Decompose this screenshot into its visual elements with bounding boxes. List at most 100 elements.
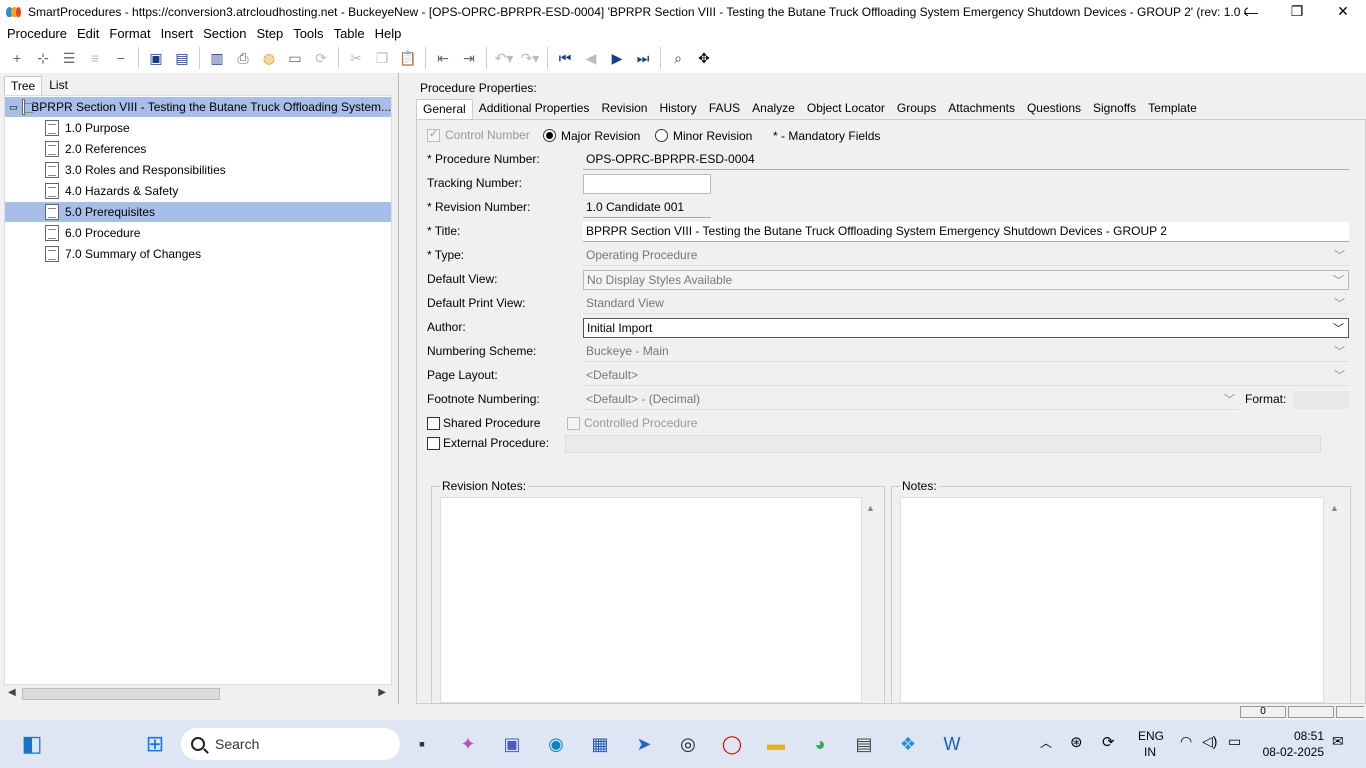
- tab-history[interactable]: History: [653, 99, 702, 119]
- add-child-icon[interactable]: ⊹: [30, 46, 56, 70]
- battery-icon[interactable]: ▭: [1228, 733, 1241, 750]
- notes-input[interactable]: [900, 497, 1324, 703]
- type-select[interactable]: Operating Procedure ﹀: [583, 246, 1349, 266]
- dell-icon[interactable]: ◎: [674, 730, 702, 758]
- edge-icon[interactable]: ◉: [542, 730, 570, 758]
- tab-general[interactable]: General: [416, 99, 473, 119]
- menu-procedure[interactable]: Procedure: [2, 26, 72, 41]
- redo-icon[interactable]: ↷▾: [517, 46, 543, 70]
- scroll-left-icon[interactable]: ◀: [8, 687, 16, 698]
- panel-splitter[interactable]: [398, 73, 406, 707]
- tab-groups[interactable]: Groups: [891, 99, 942, 119]
- word-icon[interactable]: W: [938, 730, 966, 758]
- tree-item[interactable]: 4.0 Hazards & Safety: [45, 181, 178, 201]
- scroll-thumb[interactable]: [22, 688, 220, 700]
- controlled-procedure-checkbox[interactable]: [567, 417, 580, 430]
- menu-table[interactable]: Table: [329, 26, 370, 41]
- teams-icon[interactable]: ▣: [498, 730, 526, 758]
- copy-icon[interactable]: ❐: [369, 46, 395, 70]
- tab-object-locator[interactable]: Object Locator: [801, 99, 891, 119]
- file-explorer-icon[interactable]: ▬: [762, 730, 790, 758]
- store-icon[interactable]: ▦: [586, 730, 614, 758]
- author-select[interactable]: Initial Import ﹀: [583, 318, 1349, 338]
- export-icon[interactable]: ▥: [204, 46, 230, 70]
- revision-notes-input[interactable]: [440, 497, 862, 703]
- tree-item[interactable]: 1.0 Purpose: [45, 118, 130, 138]
- tab-tree[interactable]: Tree: [4, 76, 43, 95]
- scroll-up-icon[interactable]: ▲: [866, 503, 875, 513]
- control-number-checkbox[interactable]: [427, 127, 440, 142]
- minor-revision-radio[interactable]: [655, 129, 668, 142]
- tree-item-selected[interactable]: 5.0 Prerequisites: [5, 202, 391, 222]
- numbering-scheme-select[interactable]: Buckeye - Main ﹀: [583, 342, 1349, 362]
- list-icon[interactable]: ☰: [56, 46, 82, 70]
- globe-icon[interactable]: ◍: [256, 46, 282, 70]
- undo-icon[interactable]: ↶▾: [491, 46, 517, 70]
- search-box[interactable]: Search: [181, 728, 400, 760]
- indent-icon[interactable]: ⇥: [456, 46, 482, 70]
- tab-signoffs[interactable]: Signoffs: [1087, 99, 1142, 119]
- revision-number-field[interactable]: 1.0 Candidate 001: [583, 198, 711, 218]
- menu-insert[interactable]: Insert: [156, 26, 199, 41]
- revision-notes-scrollbar[interactable]: ▲: [862, 497, 880, 703]
- procedure-number-field[interactable]: OPS-OPRC-BPRPR-ESD-0004: [583, 150, 1349, 170]
- footnote-numbering-select[interactable]: <Default> - (Decimal) ﹀: [583, 390, 1239, 410]
- tree-item[interactable]: 6.0 Procedure: [45, 223, 140, 243]
- page-layout-select[interactable]: <Default> ﹀: [583, 366, 1349, 386]
- tab-attachments[interactable]: Attachments: [942, 99, 1021, 119]
- horizontal-scrollbar[interactable]: ◀ ▶: [4, 685, 392, 703]
- power-automate-icon[interactable]: ➤: [630, 730, 658, 758]
- frame-icon[interactable]: ▭: [282, 46, 308, 70]
- volume-icon[interactable]: ◁): [1202, 733, 1217, 750]
- major-revision-radio[interactable]: [543, 129, 556, 142]
- notification-icon[interactable]: ✉: [1332, 733, 1344, 750]
- shared-procedure-checkbox[interactable]: [427, 417, 440, 430]
- language-indicator[interactable]: ENG IN: [1138, 728, 1164, 760]
- minimize-button[interactable]: —: [1228, 0, 1274, 23]
- last-icon[interactable]: ⏭: [630, 46, 656, 70]
- tab-revision[interactable]: Revision: [595, 99, 653, 119]
- tab-list[interactable]: List: [42, 75, 75, 95]
- clock[interactable]: 08:51 08-02-2025: [1258, 728, 1324, 760]
- outdent-icon[interactable]: ⇤: [430, 46, 456, 70]
- cut-icon[interactable]: ✂: [343, 46, 369, 70]
- tab-faus[interactable]: FAUS: [703, 99, 746, 119]
- notes-scrollbar[interactable]: ▲: [1326, 497, 1344, 703]
- close-button[interactable]: ✕: [1320, 0, 1366, 23]
- restore-button[interactable]: ❐: [1274, 0, 1320, 23]
- scroll-up-icon[interactable]: ▲: [1330, 503, 1339, 513]
- align-icon[interactable]: ≡: [82, 46, 108, 70]
- find-icon[interactable]: ⌕: [665, 46, 691, 70]
- menu-section[interactable]: Section: [198, 26, 251, 41]
- task-view-icon[interactable]: ▪: [408, 730, 436, 758]
- tracking-number-input[interactable]: [583, 174, 711, 194]
- move-icon[interactable]: ✥: [691, 46, 717, 70]
- format-field[interactable]: [1293, 391, 1349, 409]
- save-icon[interactable]: ▤: [169, 46, 195, 70]
- save-all-icon[interactable]: ▣: [143, 46, 169, 70]
- tab-template[interactable]: Template: [1142, 99, 1203, 119]
- tab-analyze[interactable]: Analyze: [746, 99, 801, 119]
- tab-questions[interactable]: Questions: [1021, 99, 1087, 119]
- title-field[interactable]: BPRPR Section VIII - Testing the Butane …: [583, 222, 1349, 242]
- remove-icon[interactable]: −: [108, 46, 134, 70]
- add-icon[interactable]: +: [4, 46, 30, 70]
- menu-step[interactable]: Step: [251, 26, 288, 41]
- external-procedure-checkbox[interactable]: [427, 437, 440, 450]
- menu-help[interactable]: Help: [370, 26, 407, 41]
- chevron-up-icon[interactable]: ︿: [1040, 734, 1052, 751]
- paste-icon[interactable]: 📋: [395, 46, 421, 70]
- print-icon[interactable]: ⎙: [230, 46, 256, 70]
- remote-desktop-icon[interactable]: ▤: [850, 730, 878, 758]
- chrome-icon[interactable]: ◕: [806, 730, 834, 758]
- tree-item[interactable]: 3.0 Roles and Responsibilities: [45, 160, 226, 180]
- start-icon[interactable]: ⊞: [141, 730, 169, 758]
- next-icon[interactable]: ▶: [604, 46, 630, 70]
- wifi-icon[interactable]: ◠: [1180, 733, 1192, 750]
- external-procedure-field[interactable]: [565, 435, 1321, 453]
- default-print-view-select[interactable]: Standard View ﹀: [583, 294, 1349, 314]
- previous-icon[interactable]: ◀: [578, 46, 604, 70]
- sync-icon[interactable]: ⟳: [1102, 733, 1115, 751]
- default-view-select[interactable]: No Display Styles Available ﹀: [583, 270, 1349, 290]
- widgets-icon[interactable]: ◧: [18, 730, 46, 758]
